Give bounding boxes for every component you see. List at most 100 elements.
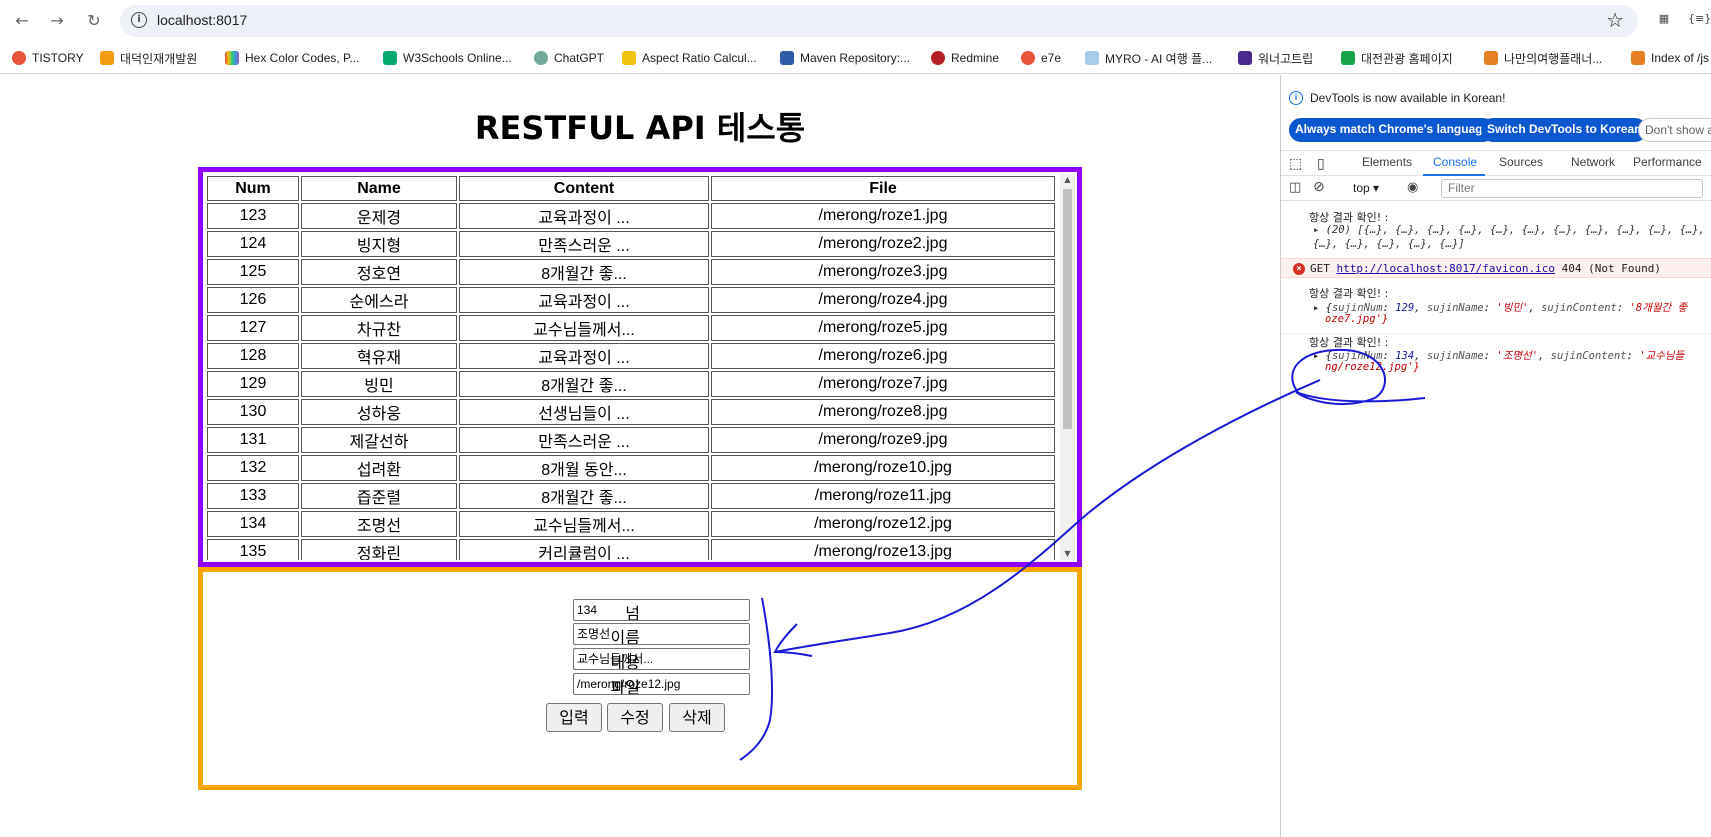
cell-content: 교수님들께서...: [459, 511, 709, 537]
form-row-content: 내용 교수님들께서...: [203, 648, 1077, 672]
reload-icon[interactable]: ↻: [84, 11, 104, 31]
table-row[interactable]: 123 운제경 교육과정이 .../merong/roze1.jpg: [207, 203, 1055, 229]
bookmark-star-icon[interactable]: ☆: [1606, 8, 1624, 32]
cell-name: 운제경: [301, 203, 457, 229]
site-info-icon[interactable]: i: [131, 12, 147, 28]
bookmark-item[interactable]: Redmine: [931, 49, 999, 67]
bookmark-favicon-icon: [1484, 51, 1498, 65]
switch-to-korean-button[interactable]: Switch DevTools to Korean: [1481, 118, 1648, 142]
tistory-icon: [12, 51, 26, 65]
cell-file: /merong/roze13.jpg: [711, 539, 1055, 560]
delete-button[interactable]: 삭제: [669, 703, 725, 732]
dont-show-again-button[interactable]: Don't show a: [1638, 118, 1711, 142]
devtools-tab-bar: ⬚ ▯ Elements Console Sources Network Per…: [1281, 150, 1711, 176]
cell-file: /merong/roze2.jpg: [711, 231, 1055, 257]
name-input[interactable]: 조명선: [573, 623, 750, 645]
bookmark-item[interactable]: e7e: [1021, 49, 1061, 67]
bookmark-item[interactable]: Hex Color Codes, P...: [225, 49, 360, 67]
file-input[interactable]: /merong/roze12.jpg: [573, 673, 750, 695]
forward-arrow-icon[interactable]: →: [47, 11, 67, 31]
cell-file: /merong/roze6.jpg: [711, 343, 1055, 369]
back-arrow-icon[interactable]: ←: [12, 11, 32, 31]
console-toolbar: ◫ ⊘ top ▾ ◉ Filter: [1281, 177, 1711, 201]
bookmark-item[interactable]: 대전관광 홈페이지: [1341, 49, 1453, 67]
tab-performance[interactable]: Performance: [1633, 155, 1702, 169]
cell-num: 135: [207, 539, 299, 560]
table-row[interactable]: 131 제갈선하 만족스러운 .../merong/roze9.jpg: [207, 427, 1055, 453]
device-toolbar-icon[interactable]: ▯: [1317, 155, 1325, 172]
cell-file: /merong/roze1.jpg: [711, 203, 1055, 229]
maven-icon: [780, 51, 794, 65]
table-row[interactable]: 124 빙지형 만족스러운 .../merong/roze2.jpg: [207, 231, 1055, 257]
cell-content: 8개월간 좋...: [459, 483, 709, 509]
always-match-language-button[interactable]: Always match Chrome's language: [1289, 118, 1496, 142]
table-row[interactable]: 135 정화린 커리큘럼이 .../merong/roze13.jpg: [207, 539, 1055, 560]
table-row[interactable]: 129 빙민 8개월간 좋.../merong/roze7.jpg: [207, 371, 1055, 397]
extension-icon-2[interactable]: {≡}: [1688, 12, 1711, 30]
bookmark-item[interactable]: 워너고트립: [1238, 49, 1313, 67]
bookmark-favicon-icon: [1238, 51, 1252, 65]
live-expression-eye-icon[interactable]: ◉: [1407, 180, 1418, 195]
table-row[interactable]: 126 순에스라 교육과정이 .../merong/roze4.jpg: [207, 287, 1055, 313]
insert-button[interactable]: 입력: [546, 703, 602, 732]
browser-toolbar: ← → ↻ i localhost:8017 ☆ ▦ {≡}: [0, 0, 1711, 42]
table-row[interactable]: 127 차규찬 교수님들께서.../merong/roze5.jpg: [207, 315, 1055, 341]
scroll-down-icon[interactable]: ▼: [1060, 548, 1075, 560]
address-bar[interactable]: i localhost:8017 ☆: [120, 5, 1638, 37]
bookmark-item[interactable]: Aspect Ratio Calcul...: [622, 49, 757, 67]
scroll-up-icon[interactable]: ▲: [1060, 174, 1075, 186]
clear-console-icon[interactable]: ⊘: [1313, 179, 1325, 195]
inspect-element-icon[interactable]: ⬚: [1289, 155, 1302, 172]
cell-name: 즙준렬: [301, 483, 457, 509]
bookmark-item[interactable]: ChatGPT: [534, 49, 604, 67]
cell-file: /merong/roze10.jpg: [711, 455, 1055, 481]
cell-num: 132: [207, 455, 299, 481]
form-row-num: 넘 134: [203, 599, 1077, 623]
data-table-scroll[interactable]: Num Name Content File 123 운제경 교육과정이 .../me…: [205, 174, 1075, 560]
tab-sources[interactable]: Sources: [1499, 155, 1543, 169]
console-filter-input[interactable]: Filter: [1441, 179, 1703, 198]
favicon-error-link[interactable]: http://localhost:8017/favicon.ico: [1337, 262, 1556, 275]
cell-name: 순에스라: [301, 287, 457, 313]
page-content: RESTFUL API 테스통 Num Name Content File 12…: [0, 75, 1280, 837]
column-header-file: File: [711, 176, 1055, 201]
cell-content: 교육과정이 ...: [459, 287, 709, 313]
bookmark-item[interactable]: W3Schools Online...: [383, 49, 512, 67]
bookmark-item[interactable]: 나만의여행플래너...: [1484, 49, 1602, 67]
vertical-scrollbar[interactable]: ▲ ▼: [1060, 174, 1075, 560]
cell-name: 빙지형: [301, 231, 457, 257]
table-row[interactable]: 125 정호연 8개월간 좋.../merong/roze3.jpg: [207, 259, 1055, 285]
bookmark-item[interactable]: Maven Repository:...: [780, 49, 910, 67]
bookmark-item[interactable]: MYRO - AI 여행 플...: [1085, 49, 1212, 67]
form-row-file: 파일 /merong/roze12.jpg: [203, 673, 1077, 697]
cell-num: 127: [207, 315, 299, 341]
cell-file: /merong/roze3.jpg: [711, 259, 1055, 285]
bookmark-item[interactable]: 대덕인재개발원: [100, 49, 197, 67]
content-input[interactable]: 교수님들께서...: [573, 648, 750, 670]
table-row[interactable]: 128 혁유재 교육과정이 .../merong/roze6.jpg: [207, 343, 1055, 369]
table-header-row: Num Name Content File: [207, 176, 1055, 201]
sidebar-toggle-icon[interactable]: ◫: [1289, 180, 1301, 195]
bookmark-favicon-icon: [1341, 51, 1355, 65]
tab-network[interactable]: Network: [1571, 155, 1615, 169]
tab-elements[interactable]: Elements: [1362, 155, 1412, 169]
extension-icon[interactable]: ▦: [1655, 12, 1673, 30]
redmine-icon: [931, 51, 945, 65]
scrollbar-thumb[interactable]: [1063, 189, 1072, 429]
num-input[interactable]: 134: [573, 599, 750, 621]
bookmark-item[interactable]: Index of /js: [1631, 49, 1709, 67]
data-table: Num Name Content File 123 운제경 교육과정이 .../me…: [205, 174, 1057, 560]
tab-console[interactable]: Console: [1433, 155, 1477, 169]
table-row[interactable]: 133 즙준렬 8개월간 좋.../merong/roze11.jpg: [207, 483, 1055, 509]
active-tab-indicator: [1423, 174, 1485, 176]
url-text[interactable]: localhost:8017: [157, 12, 247, 28]
cell-name: 빙민: [301, 371, 457, 397]
console-array-summary[interactable]: ▸ (20) [{…}, {…}, {…}, {…}, {…}, {…}, {……: [1281, 224, 1711, 236]
bookmark-item[interactable]: TISTORY: [12, 49, 84, 67]
table-row[interactable]: 130 성하웅 선생님들이 .../merong/roze8.jpg: [207, 399, 1055, 425]
table-row[interactable]: 134 조명선 교수님들께서.../merong/roze12.jpg: [207, 511, 1055, 537]
cell-name: 성하웅: [301, 399, 457, 425]
update-button[interactable]: 수정: [607, 703, 663, 732]
context-selector[interactable]: top ▾: [1353, 181, 1379, 195]
table-row[interactable]: 132 섭려환 8개월 동안.../merong/roze10.jpg: [207, 455, 1055, 481]
